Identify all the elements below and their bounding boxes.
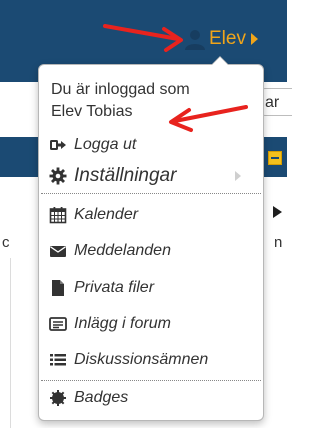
menu-item-forum-posts[interactable]: Inlägg i forum	[39, 309, 263, 339]
menu-item-private-files[interactable]: Privata filer	[39, 273, 263, 303]
user-name-link[interactable]: Elev Tobias	[51, 101, 251, 123]
menu-item-label: Diskussionsämnen	[74, 351, 209, 368]
badge-icon	[50, 390, 66, 406]
menu-item-label: Privata filer	[74, 279, 155, 296]
collapse-icon[interactable]	[268, 151, 282, 165]
menu-item-label: Logga ut	[74, 136, 137, 153]
menu-item-label: Badges	[74, 389, 129, 406]
calendar-icon	[49, 207, 67, 224]
user-avatar-icon	[185, 30, 205, 50]
background-border	[10, 258, 11, 428]
caret-right-icon	[250, 33, 258, 45]
menu-item-badges[interactable]: Badges	[39, 383, 263, 413]
list-icon	[50, 354, 66, 366]
background-search-input[interactable]: ar	[262, 88, 292, 116]
menu-item-label: Meddelanden	[74, 242, 171, 259]
menu-item-calendar[interactable]: Kalender	[39, 200, 263, 230]
user-menu-toggle[interactable]: Elev	[183, 25, 258, 53]
menu-item-discussions[interactable]: Diskussionsämnen	[39, 345, 263, 375]
menu-divider	[41, 193, 261, 194]
menu-item-settings[interactable]: Inställningar	[39, 161, 263, 191]
menu-item-messages[interactable]: Meddelanden	[39, 236, 263, 266]
menu-item-label: Inställningar	[74, 165, 177, 186]
background-text-fragment: n	[274, 234, 283, 251]
expand-arrow-icon[interactable]	[273, 206, 282, 218]
sign-out-icon	[50, 140, 66, 150]
submenu-caret-icon	[235, 171, 241, 181]
forum-post-icon	[49, 317, 67, 331]
gear-icon	[49, 167, 67, 185]
file-icon	[52, 280, 64, 296]
menu-item-label: Kalender	[74, 206, 139, 223]
logged-in-text: Du är inloggad som	[51, 81, 190, 98]
menu-item-label: Inlägg i forum	[74, 315, 171, 332]
user-dropdown-menu: Du är inloggad som Elev Tobias Logga ut …	[38, 56, 264, 421]
logged-in-info: Du är inloggad som Elev Tobias	[51, 79, 251, 123]
user-menu-label: Elev	[209, 28, 246, 49]
menu-item-logout[interactable]: Logga ut	[39, 130, 263, 160]
background-text-fragment: c	[2, 234, 10, 251]
menu-divider	[41, 380, 261, 381]
envelope-icon	[50, 246, 66, 257]
